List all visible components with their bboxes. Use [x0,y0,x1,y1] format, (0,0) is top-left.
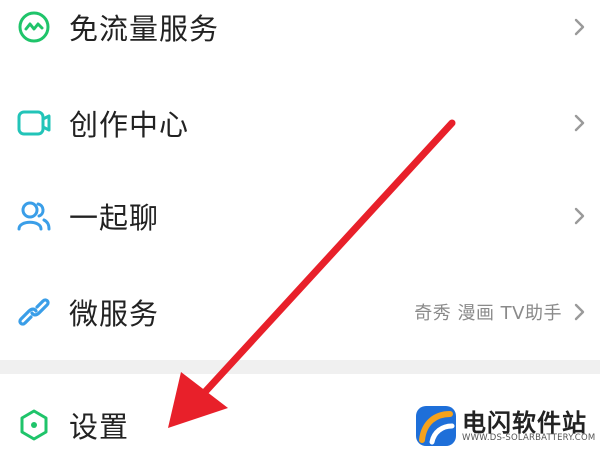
chevron-right-icon [572,17,588,37]
watermark-url: WWW.DS-SOLARBATTERY.COM [462,433,596,443]
settings-label: 设置 [69,410,130,444]
site-watermark: 电闪软件站 WWW.DS-SOLARBATTERY.COM [400,398,600,451]
section-divider [0,360,600,374]
micro-services-subtitle: 奇秀 漫画 TV助手 [414,303,562,324]
creator-video-icon [15,104,53,142]
watermark-logo-icon [416,406,456,446]
menu-item-label: 创作中心 [69,108,190,142]
chevron-right-icon [572,302,588,322]
menu-item-label: 一起聊 [69,201,160,235]
menu-item-creator-center[interactable]: 创作中心 [0,84,600,162]
menu-item-label: 微服务 [69,297,160,331]
people-chat-icon [15,197,53,235]
link-chain-icon [15,293,53,331]
hexagon-settings-icon [15,406,53,444]
chevron-right-icon [572,113,588,133]
menu-item-chat-together[interactable]: 一起聊 [0,177,600,255]
menu-item-free-traffic[interactable]: 免流量服务 [0,0,600,66]
menu-item-label: 免流量服务 [69,12,220,46]
chevron-right-icon [572,206,588,226]
traffic-wave-icon [15,8,53,46]
menu-item-micro-services[interactable]: 微服务 奇秀 漫画 TV助手 [0,273,600,351]
